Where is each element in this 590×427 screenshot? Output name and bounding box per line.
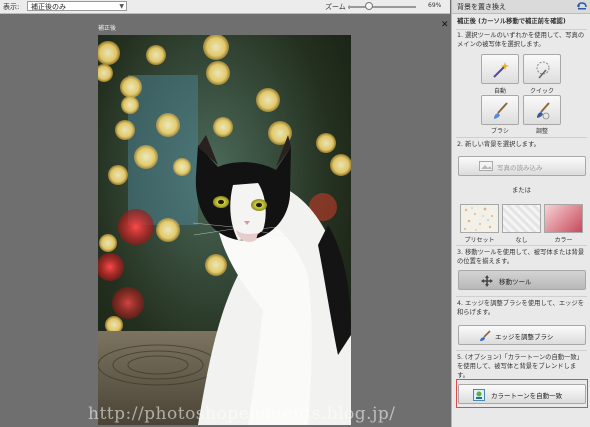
quick-select-icon [536, 61, 550, 79]
panel-subtitle: 補正後 (カーソル移動で補正前を確認) [457, 18, 566, 25]
no-background-swatch[interactable] [502, 204, 541, 233]
view-label: 表示: [3, 3, 20, 11]
panel-header: 背景を置き換え [452, 0, 590, 14]
quick-select-label: クイック [529, 88, 554, 95]
auto-select-label: 自動 [493, 88, 506, 95]
or-label: または [512, 187, 531, 194]
view-dropdown[interactable]: 補正後のみ ▼ [27, 1, 127, 11]
auto-select-button[interactable] [481, 54, 519, 84]
panel-title: 背景を置き換え [457, 3, 506, 11]
watermark-text: http://photoshopelements.blog.jp/ [88, 404, 396, 424]
step-2-text: 2. 新しい背景を選択します。 [457, 141, 540, 148]
chevron-down-icon: ▼ [119, 3, 124, 10]
step-5-text: 5. (オプション)「カラートーンの自動一致」を使用して、被写体と背景をブレンド… [457, 354, 583, 379]
step-4-text: 4. エッジを調整ブラシを使用して、エッジを和らげます。 [457, 300, 585, 316]
zoom-label: ズーム : [325, 3, 351, 11]
brush-select-button[interactable] [481, 95, 519, 125]
divider [456, 350, 587, 351]
magic-wand-icon [493, 62, 509, 78]
zoom-slider-thumb[interactable] [365, 2, 373, 10]
color-background-swatch[interactable] [544, 204, 583, 233]
brush-select-label: ブラシ [491, 128, 509, 135]
document-tab-label: 補正後 [98, 25, 117, 32]
preset-background-swatch[interactable] [460, 204, 499, 233]
close-icon[interactable]: ✕ [441, 20, 449, 30]
import-photo-label: 写真の読み込み [497, 164, 543, 172]
refine-select-button[interactable] [523, 95, 561, 125]
refine-brush-icon [537, 102, 550, 120]
refine-edge-brush-button[interactable]: エッジを調整ブラシ [458, 325, 586, 345]
auto-match-color-tone-button[interactable]: カラートーンを自動一致 [458, 384, 586, 404]
divider [456, 245, 587, 246]
preset-label: プリセット [464, 237, 495, 244]
cat-photo-image [98, 35, 351, 425]
none-label: なし [515, 237, 528, 244]
view-toolbar: 表示: 補正後のみ ▼ ズーム : 69% [0, 0, 450, 14]
auto-match-color-tone-label: カラートーンを自動一致 [491, 392, 563, 400]
move-tool-button[interactable]: 移動ツール [458, 270, 586, 290]
photo-import-icon [479, 161, 493, 171]
color-tone-icon [473, 389, 485, 401]
refine-edge-brush-label: エッジを調整ブラシ [495, 333, 554, 341]
divider [456, 137, 587, 138]
move-tool-label: 移動ツール [499, 278, 532, 286]
zoom-value: 69% [428, 2, 442, 9]
color-label: カラー [554, 237, 573, 244]
step-1-text: 1. 選択ツールのいずれかを使用して、写真のメインの被写体を選択します。 [457, 32, 585, 48]
zoom-slider[interactable] [348, 6, 416, 8]
move-tool-icon [481, 275, 493, 287]
divider [456, 29, 587, 30]
reset-icon[interactable] [577, 1, 587, 10]
preset-pattern-icon [464, 207, 493, 231]
divider [456, 296, 587, 297]
refine-select-label: 調整 [535, 128, 548, 135]
refine-edge-brush-icon [480, 330, 491, 341]
cat-photo[interactable] [98, 35, 351, 425]
import-photo-button[interactable]: 写真の読み込み [458, 156, 586, 176]
guided-edit-panel: 背景を置き換え 補正後 (カーソル移動で補正前を確認) 1. 選択ツールのいずれ… [451, 0, 590, 427]
step-3-text: 3. 移動ツールを使用して、被写体または背景の位置を揃えます。 [457, 249, 585, 265]
brush-icon [494, 102, 508, 119]
quick-select-button[interactable] [523, 54, 561, 84]
view-dropdown-value: 補正後のみ [31, 3, 66, 11]
